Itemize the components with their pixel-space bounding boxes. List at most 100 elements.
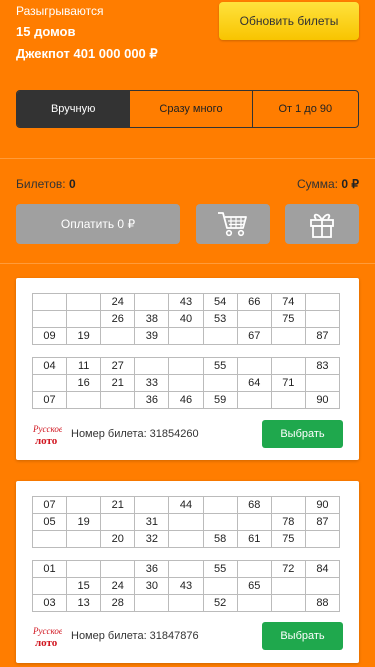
gift-icon	[310, 213, 334, 238]
russian-lotto-logo: Русское лото	[32, 626, 62, 649]
ticket-cell	[168, 327, 204, 345]
ticket-card: 07 21 44 68 90 05 19 31 78 87 20 32 58 61 75 01 36 55 72 8…	[16, 481, 359, 663]
ticket-cell	[134, 496, 170, 514]
sum-label: Сумма:	[296, 177, 338, 191]
ticket-cell: 15	[66, 577, 102, 595]
ticket-row: 05 19 31 78 87	[31, 513, 341, 531]
ticket-cell: 75	[270, 530, 306, 548]
sum-value: 0 ₽	[341, 177, 359, 191]
ticket-cell: 55	[202, 560, 238, 578]
ticket-row: 07 21 44 68 90	[31, 496, 341, 514]
svg-text:лото: лото	[35, 637, 58, 649]
cart-button[interactable]	[196, 204, 270, 244]
ticket-cell	[236, 513, 272, 531]
update-tickets-button[interactable]: Обновить билеты	[219, 2, 359, 40]
ticket-cell	[304, 577, 341, 595]
ticket-row: 26 38 40 53 75	[31, 310, 341, 328]
ticket-cell: 84	[304, 560, 341, 578]
choose-ticket-button[interactable]: Выбрать	[262, 622, 343, 650]
ticket-cell: 43	[168, 293, 204, 311]
ticket-cell	[100, 391, 136, 409]
ticket-cell: 39	[134, 327, 170, 345]
divider	[0, 263, 375, 264]
ticket-cell: 67	[236, 327, 272, 345]
ticket-cell: 68	[236, 496, 272, 514]
ticket-cell	[134, 594, 170, 612]
ticket-cell: 90	[304, 496, 341, 514]
ticket-cell: 26	[100, 310, 136, 328]
ticket-cell: 65	[236, 577, 272, 595]
ticket-number: Номер билета: 31847876	[71, 630, 199, 642]
ticket-cell: 30	[134, 577, 170, 595]
ticket-cell	[202, 327, 238, 345]
ticket-cell	[66, 391, 102, 409]
ticket-cell	[100, 560, 136, 578]
svg-text:лото: лото	[35, 435, 58, 447]
ticket-cell: 55	[202, 357, 238, 375]
ticket-cell: 54	[202, 293, 238, 311]
ticket-cell: 52	[202, 594, 238, 612]
ticket-cell: 74	[270, 293, 306, 311]
tab-manual[interactable]: Вручную	[17, 91, 130, 127]
ticket-cell	[66, 293, 102, 311]
ticket-row: 04 11 27 55 83	[31, 357, 341, 375]
ticket-cell: 21	[100, 374, 136, 392]
ticket-field-top: 07 21 44 68 90 05 19 31 78 87 20 32 58 61 75	[31, 496, 341, 548]
ticket-cell	[202, 496, 238, 514]
ticket-cell	[202, 374, 238, 392]
ticket-row: 16 21 33 64 71	[31, 374, 341, 392]
ticket-cell: 78	[270, 513, 306, 531]
cart-icon	[218, 212, 247, 237]
draw-info-header: Разыгрываются 15 домов Джекпот 401 000 0…	[0, 0, 375, 85]
ticket-cell	[270, 391, 306, 409]
ticket-cell	[168, 357, 204, 375]
ticket-cell: 43	[168, 577, 204, 595]
tab-many-at-once[interactable]: Сразу много	[129, 91, 251, 127]
ticket-cell: 59	[202, 391, 238, 409]
tickets-label: Билетов:	[16, 177, 66, 191]
ticket-field-bottom: 01 36 55 72 84 15 24 30 43 65 03 13 28 52 88	[31, 560, 341, 612]
ticket-cell	[134, 357, 170, 375]
tab-1-to-90[interactable]: От 1 до 90	[251, 91, 358, 127]
ticket-row: 24 43 54 66 74	[31, 293, 341, 311]
ticket-row: 15 24 30 43 65	[31, 577, 341, 595]
ticket-cell	[100, 327, 136, 345]
ticket-cell: 32	[134, 530, 170, 548]
ticket-cell	[304, 310, 341, 328]
ticket-field-top: 24 43 54 66 74 26 38 40 53 75 09 19 39 67 87	[31, 293, 341, 345]
ticket-row: 09 19 39 67 87	[31, 327, 341, 345]
ticket-cell	[202, 513, 238, 531]
ticket-cell: 87	[304, 513, 341, 531]
jackpot: Джекпот 401 000 000 ₽	[16, 46, 158, 61]
ticket-cell: 66	[236, 293, 272, 311]
ticket-cell: 28	[100, 594, 136, 612]
ticket-cell	[304, 293, 341, 311]
ticket-cell	[236, 560, 272, 578]
ticket-row: 03 13 28 52 88	[31, 594, 341, 612]
ticket-cell	[66, 560, 102, 578]
ticket-cell: 19	[66, 513, 102, 531]
ticket-cell: 46	[168, 391, 204, 409]
ticket-cell: 40	[168, 310, 204, 328]
russian-lotto-logo: Русское лото	[32, 424, 62, 447]
gift-button[interactable]	[285, 204, 359, 244]
svg-text:Русское: Русское	[32, 424, 62, 434]
ticket-cell: 72	[270, 560, 306, 578]
ticket-cell: 27	[100, 357, 136, 375]
ticket-cell: 09	[31, 327, 68, 345]
ticket-cell: 61	[236, 530, 272, 548]
tickets-count: Билетов: 0	[16, 177, 76, 191]
ticket-cell	[31, 293, 68, 311]
ticket-cell: 33	[134, 374, 170, 392]
ticket-cell: 05	[31, 513, 68, 531]
ticket-cell	[66, 530, 102, 548]
ticket-cell	[236, 391, 272, 409]
pay-button[interactable]: Оплатить 0 ₽	[16, 204, 180, 244]
ticket-cell: 71	[270, 374, 306, 392]
ticket-row: 07 36 46 59 90	[31, 391, 341, 409]
ticket-cell: 36	[134, 560, 170, 578]
ticket-cell: 13	[66, 594, 102, 612]
ticket-cell	[31, 530, 68, 548]
choose-ticket-button[interactable]: Выбрать	[262, 420, 343, 448]
selection-mode-tabs: Вручную Сразу много От 1 до 90	[16, 90, 359, 128]
